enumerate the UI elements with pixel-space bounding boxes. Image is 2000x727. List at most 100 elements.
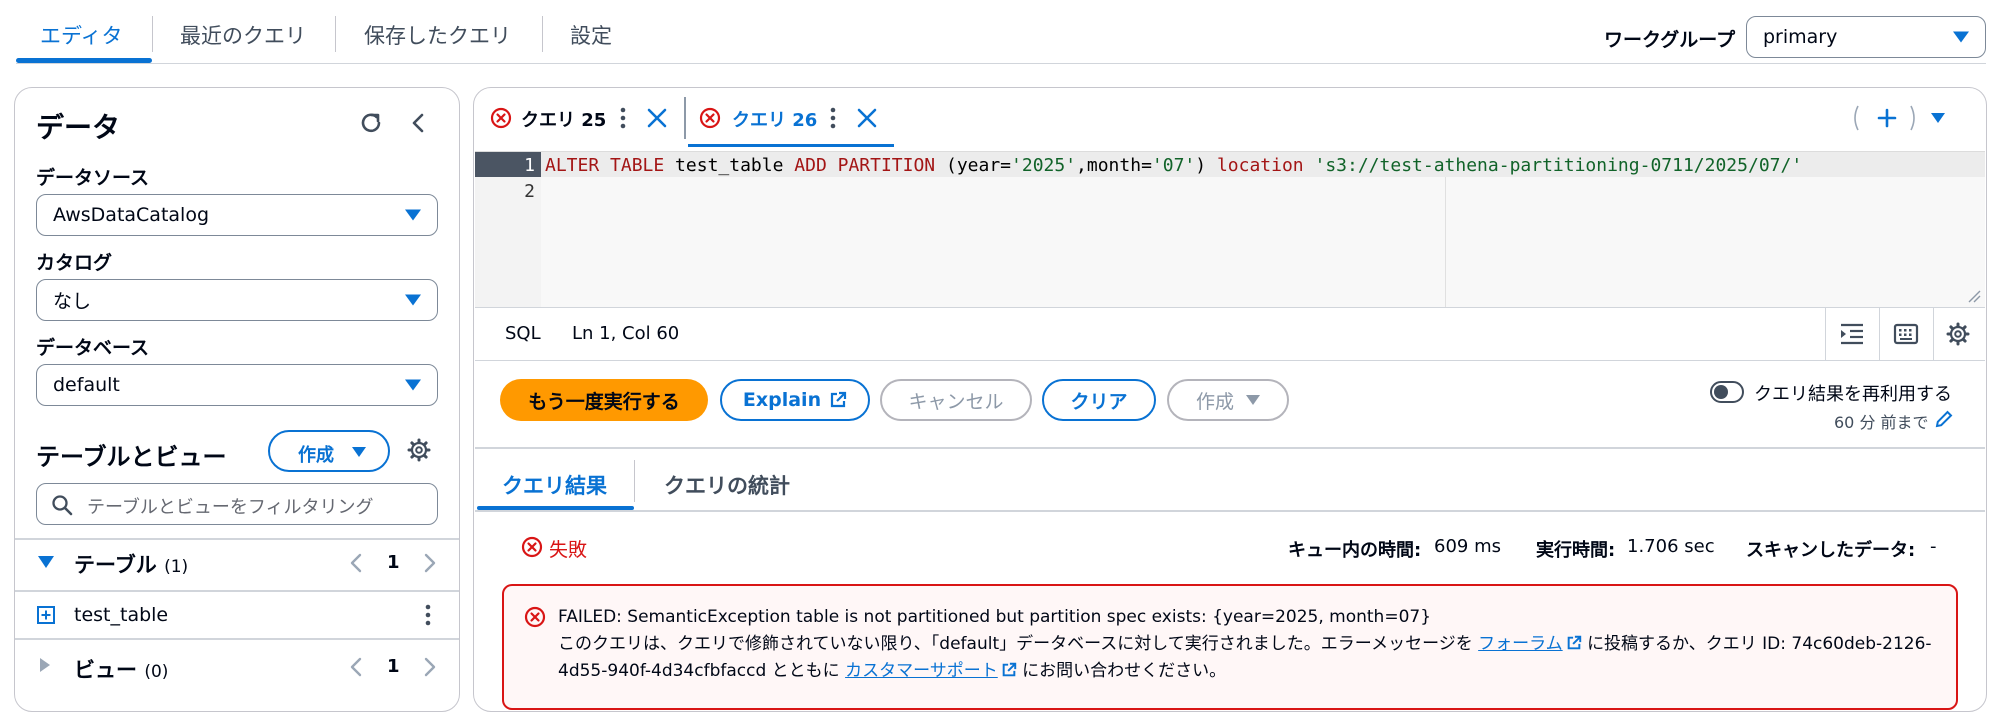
tab-recent-queries[interactable]: 最近のクエリ [180,20,306,50]
workgroup-label: ワークグループ [1604,29,1736,51]
data-panel-title: データ [36,111,121,144]
caret-down-icon [405,379,421,391]
divider [1879,308,1880,360]
create-query-label: 作成 [1195,390,1234,413]
next-page-icon[interactable] [424,657,436,677]
query-status: 失敗 [549,539,588,561]
caret-down-icon [1953,31,1969,43]
tab-editor[interactable]: エディタ [40,20,123,50]
external-link-icon [1567,635,1581,650]
prev-page-icon[interactable] [350,657,362,677]
refresh-icon[interactable] [358,110,384,136]
queue-time-label: キュー内の時間: [1288,540,1422,561]
data-source-label: データソース [36,167,150,189]
gear-icon[interactable] [407,438,431,462]
workgroup-select[interactable]: primary [1746,16,1986,58]
exec-time-value: 1.706 sec [1627,536,1715,557]
table-item-test-table[interactable]: test_table [74,604,168,626]
filter-input[interactable]: テーブルとビューをフィルタリング [36,483,438,525]
clear-button[interactable]: クリア [1042,379,1156,421]
error-message: FAILED: SemanticException table is not p… [558,604,1948,685]
keyboard-shortcuts-icon[interactable] [1893,322,1919,346]
divider [15,638,459,640]
error-title: FAILED: SemanticException table is not p… [558,607,1432,627]
tab-query-stats[interactable]: クエリの統計 [664,470,790,500]
create-button-label: 作成 [298,445,334,466]
tables-page-number[interactable]: 1 [387,552,400,573]
reuse-results-toggle[interactable] [1710,381,1744,403]
divider [1933,308,1934,360]
reuse-results-age: 60 分 前まで [1834,413,1929,432]
language-indicator: SQL [505,323,541,344]
catalog-value: なし [53,290,92,313]
query-tab-25[interactable]: クエリ 25 [521,106,606,132]
active-query-tab-indicator [688,144,894,147]
add-tab-icon[interactable] [1877,108,1897,128]
collapse-panel-icon[interactable] [408,112,428,134]
create-button[interactable]: 作成 [268,430,390,472]
tables-views-title: テーブルとビュー [36,443,227,471]
prev-page-icon[interactable] [350,553,362,573]
format-query-icon[interactable] [1839,322,1865,346]
cursor-position: Ln 1, Col 60 [572,323,680,344]
scanned-data-value: - [1930,536,1937,557]
paren-left-icon [1851,104,1859,132]
search-icon [51,494,73,516]
customer-support-link[interactable]: カスタマーサポート [845,661,998,681]
workgroup-value: primary [1763,26,1838,48]
tab-saved-queries[interactable]: 保存したクエリ [364,20,511,50]
tab-query-results[interactable]: クエリ結果 [502,470,607,500]
tables-section-label[interactable]: テーブル (1) [74,549,188,579]
views-section-label[interactable]: ビュー (0) [74,654,168,684]
tables-count: (1) [164,557,189,577]
scanned-data-label: スキャンしたデータ: [1746,540,1916,561]
cancel-button[interactable]: キャンセル [880,379,1032,421]
tab-divider [542,16,543,52]
editor-status-bar: SQL Ln 1, Col 60 [475,307,1985,361]
query-tab-26[interactable]: クエリ 26 [732,106,817,132]
resize-handle-icon[interactable] [1967,289,1981,303]
tab-settings[interactable]: 設定 [570,20,612,50]
tab-more-icon[interactable] [829,107,837,129]
forum-link[interactable]: フォーラム [1478,634,1563,654]
divider [15,538,459,540]
error-detail-line: このクエリは、クエリで修飾されていない限り、「default」データベースに対し… [558,634,1932,681]
tab-more-icon[interactable] [619,107,627,129]
create-query-button[interactable]: 作成 [1167,379,1289,421]
table-plus-icon[interactable] [37,606,55,624]
editor-settings-gear-icon[interactable] [1946,322,1970,346]
error-status-icon [699,107,721,129]
views-count: (0) [144,662,169,682]
close-tab-icon[interactable] [857,108,877,128]
next-page-icon[interactable] [424,553,436,573]
caret-down-icon [352,447,366,457]
explain-label: Explain [742,389,822,411]
line-number: 1 [524,155,535,176]
run-again-button[interactable]: もう一度実行する [500,379,708,421]
edit-pencil-icon[interactable] [1934,409,1954,429]
code-line-1: ALTER TABLE test_table ADD PARTITION (ye… [545,155,1803,176]
data-source-select[interactable]: AwsDataCatalog [36,194,438,236]
failed-status-icon [521,536,543,558]
data-source-value: AwsDataCatalog [53,204,209,226]
collapsed-caret-icon[interactable] [40,658,50,672]
divider [15,590,459,592]
more-options-icon[interactable] [424,604,432,626]
catalog-label: カタログ [36,252,113,274]
queue-time-value: 609 ms [1434,536,1501,557]
views-page-number[interactable]: 1 [387,656,400,677]
catalog-select[interactable]: なし [36,279,438,321]
tab-divider [634,460,635,502]
explain-button[interactable]: Explain [720,379,870,421]
external-link-icon [1002,662,1016,677]
database-label: データベース [36,337,150,359]
sql-editor[interactable]: 1 2 ALTER TABLE test_table ADD PARTITION… [475,151,1985,308]
paren-right-icon [1910,104,1918,132]
database-select[interactable]: default [36,364,438,406]
caret-down-icon [405,209,421,221]
expanded-caret-icon[interactable] [38,556,54,568]
tab-menu-caret-icon[interactable] [1931,113,1945,123]
close-tab-icon[interactable] [647,108,667,128]
exec-time-label: 実行時間: [1536,540,1616,561]
reuse-results-label: クエリ結果を再利用する [1754,384,1952,405]
